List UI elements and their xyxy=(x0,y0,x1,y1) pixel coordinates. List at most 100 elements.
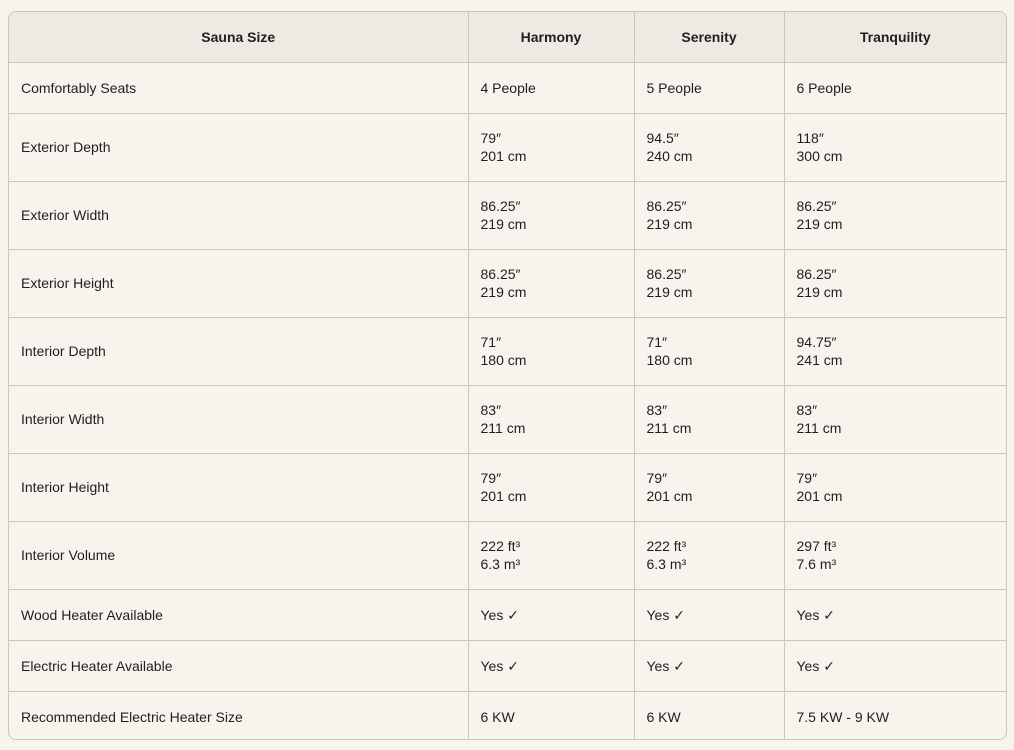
cell-value: 219 cm xyxy=(646,284,693,300)
cell-value: 219 cm xyxy=(646,216,693,232)
cell-serenity: 94.5″ 240 cm xyxy=(633,112,785,182)
cell-value: 211 cm xyxy=(796,420,842,436)
cell-value: 83″ xyxy=(796,402,818,418)
table-row: Exterior Depth 79″ 201 cm 94.5″ 240 cm 118″ 30… xyxy=(9,112,1006,182)
table-row: Recommended Electric Heater Size 6 KW 6 KW… xyxy=(9,690,1006,739)
cell-harmony: Yes ✓ xyxy=(467,639,635,692)
table-row: Exterior Width 86.25″ 219 cm 86.25″ 219 cm 86… xyxy=(9,180,1006,250)
cell-serenity: 71″ 180 cm xyxy=(633,316,785,386)
cell-value: 79″ xyxy=(796,470,818,486)
row-label: Exterior Width xyxy=(9,180,469,250)
cell-harmony: 71″ 180 cm xyxy=(467,316,635,386)
cell-tranquility: 86.25″ 219 cm xyxy=(783,248,1006,318)
cell-value: Yes ✓ xyxy=(796,657,835,674)
cell-harmony: 222 ft³ 6.3 m³ xyxy=(467,520,635,590)
cell-tranquility: 86.25″ 219 cm xyxy=(783,180,1006,250)
cell-value: 201 cm xyxy=(796,488,843,504)
cell-tranquility: 83″ 211 cm xyxy=(783,384,1006,454)
table-row: Interior Depth 71″ 180 cm 71″ 180 cm 94.75″ 24… xyxy=(9,316,1006,386)
cell-value: 241 cm xyxy=(796,352,843,368)
cell-value: 79″ xyxy=(480,470,502,486)
cell-value: 211 cm xyxy=(480,420,526,436)
cell-harmony: 79″ 201 cm xyxy=(467,112,635,182)
cell-value: 222 ft³ xyxy=(646,538,687,554)
cell-value: 6.3 m³ xyxy=(480,556,521,572)
cell-value: 5 People xyxy=(646,79,702,96)
cell-serenity: 5 People xyxy=(633,61,785,114)
cell-serenity: 222 ft³ 6.3 m³ xyxy=(633,520,785,590)
table-row: Interior Height 79″ 201 cm 79″ 201 cm 79″ 201 … xyxy=(9,452,1006,522)
cell-value: 201 cm xyxy=(480,148,527,164)
cell-serenity: 6 KW xyxy=(633,690,785,739)
cell-value: 219 cm xyxy=(480,284,527,300)
table-header-row: Sauna Size Harmony Serenity Tranquility xyxy=(9,12,1006,63)
table-body: Comfortably Seats 4 People 5 People 6 Peopl… xyxy=(9,61,1006,739)
row-label: Wood Heater Available xyxy=(9,588,469,641)
cell-harmony: 86.25″ 219 cm xyxy=(467,180,635,250)
cell-value: 7.6 m³ xyxy=(796,556,837,572)
cell-tranquility: Yes ✓ xyxy=(783,588,1006,641)
header-serenity: Serenity xyxy=(633,12,785,63)
cell-value: Yes ✓ xyxy=(646,606,685,623)
cell-value: 4 People xyxy=(480,79,536,96)
cell-tranquility: 118″ 300 cm xyxy=(783,112,1006,182)
cell-value: 86.25″ xyxy=(480,266,521,282)
cell-value: 6 KW xyxy=(480,708,515,725)
row-label: Exterior Depth xyxy=(9,112,469,182)
cell-value: 300 cm xyxy=(796,148,843,164)
cell-value: 94.75″ xyxy=(796,334,837,350)
cell-serenity: 79″ 201 cm xyxy=(633,452,785,522)
cell-value: 79″ xyxy=(646,470,668,486)
cell-value: 240 cm xyxy=(646,148,693,164)
cell-harmony: 86.25″ 219 cm xyxy=(467,248,635,318)
table-row: Exterior Height 86.25″ 219 cm 86.25″ 219 cm 8… xyxy=(9,248,1006,318)
cell-value: 180 cm xyxy=(646,352,693,368)
cell-value: 201 cm xyxy=(646,488,693,504)
cell-value: 297 ft³ xyxy=(796,538,837,554)
cell-value: Yes ✓ xyxy=(480,657,519,674)
row-label: Comfortably Seats xyxy=(9,61,469,114)
cell-serenity: 86.25″ 219 cm xyxy=(633,180,785,250)
table-row: Comfortably Seats 4 People 5 People 6 Peopl… xyxy=(9,61,1006,114)
cell-harmony: 83″ 211 cm xyxy=(467,384,635,454)
cell-value: 211 cm xyxy=(646,420,692,436)
cell-value: 118″ xyxy=(796,130,824,146)
cell-serenity: Yes ✓ xyxy=(633,639,785,692)
cell-value: 86.25″ xyxy=(480,198,521,214)
cell-tranquility: 6 People xyxy=(783,61,1006,114)
cell-value: Yes ✓ xyxy=(646,657,685,674)
comparison-table-container: Sauna Size Harmony Serenity Tranquility … xyxy=(8,11,1007,740)
sauna-comparison-table: Sauna Size Harmony Serenity Tranquility … xyxy=(9,12,1006,739)
cell-harmony: 79″ 201 cm xyxy=(467,452,635,522)
row-label: Exterior Height xyxy=(9,248,469,318)
cell-harmony: 6 KW xyxy=(467,690,635,739)
cell-tranquility: 94.75″ 241 cm xyxy=(783,316,1006,386)
cell-value: 86.25″ xyxy=(646,266,687,282)
row-label: Interior Depth xyxy=(9,316,469,386)
header-tranquility: Tranquility xyxy=(783,12,1006,63)
cell-value: Yes ✓ xyxy=(796,606,835,623)
cell-value: 83″ xyxy=(480,402,502,418)
cell-value: Yes ✓ xyxy=(480,606,519,623)
cell-value: 219 cm xyxy=(480,216,527,232)
cell-harmony: Yes ✓ xyxy=(467,588,635,641)
cell-value: 201 cm xyxy=(480,488,527,504)
row-label: Interior Volume xyxy=(9,520,469,590)
cell-value: 6 People xyxy=(796,79,852,96)
cell-tranquility: 297 ft³ 7.6 m³ xyxy=(783,520,1006,590)
cell-value: 6.3 m³ xyxy=(646,556,687,572)
row-label: Interior Height xyxy=(9,452,469,522)
table-row: Wood Heater Available Yes ✓ Yes ✓ Yes ✓ xyxy=(9,588,1006,641)
cell-tranquility: Yes ✓ xyxy=(783,639,1006,692)
cell-tranquility: 7.5 KW - 9 KW xyxy=(783,690,1006,739)
cell-value: 222 ft³ xyxy=(480,538,521,554)
cell-value: 71″ xyxy=(480,334,502,350)
cell-value: 94.5″ xyxy=(646,130,679,146)
cell-value: 219 cm xyxy=(796,216,843,232)
cell-value: 71″ xyxy=(646,334,668,350)
table-row: Electric Heater Available Yes ✓ Yes ✓ Yes ✓ xyxy=(9,639,1006,692)
table-row: Interior Width 83″ 211 cm 83″ 211 cm 83″ 211 c… xyxy=(9,384,1006,454)
header-sauna-size: Sauna Size xyxy=(9,12,469,63)
cell-harmony: 4 People xyxy=(467,61,635,114)
row-label: Recommended Electric Heater Size xyxy=(9,690,469,739)
